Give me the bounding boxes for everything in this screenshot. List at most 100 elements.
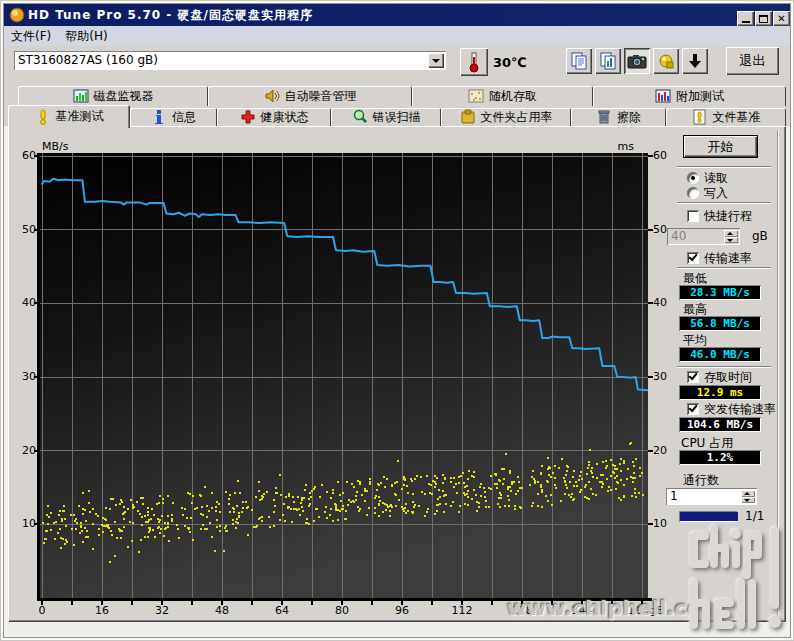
drive-select-value: ST3160827AS (160 gB) [18, 53, 158, 67]
toolbar: ST3160827AS (160 gB) 30℃ [4, 46, 790, 86]
pass-count-spinner[interactable]: 1 [666, 488, 757, 505]
tab-health[interactable]: 健康状态 [217, 108, 331, 126]
tick [648, 450, 653, 452]
info-icon [151, 109, 167, 125]
save-screenshot-button[interactable] [653, 48, 679, 74]
progress-bar [679, 511, 737, 522]
tab-extra-tests[interactable]: 附加测试 [593, 86, 786, 106]
short-stroke-checkbox[interactable] [687, 210, 699, 222]
tab-aam[interactable]: 自动噪音管理 [208, 86, 412, 106]
burst-display: 104.6 MB/s [679, 417, 761, 432]
drive-select-dropdown-button[interactable] [428, 53, 444, 68]
camera-icon [627, 53, 647, 69]
tick [648, 523, 653, 525]
y-left-tick-label: 10 [10, 517, 36, 530]
short-stroke-label[interactable]: 快捷行程 [704, 208, 752, 225]
access-time-display: 12.9 ms [679, 385, 761, 400]
progress-label: 1/1 [745, 509, 764, 523]
window-frame: HD Tune Pro 5.70 - 硬盘/固态硬盘实用程序 ✕ 文件(F) 帮… [0, 0, 794, 641]
tab-info[interactable]: 信息 [130, 108, 217, 126]
copy-text-button[interactable] [566, 48, 592, 74]
tick [71, 601, 73, 605]
tick [311, 601, 313, 605]
health-icon [240, 109, 256, 125]
y-left-tick-label: 20 [10, 444, 36, 457]
tab-benchmark[interactable]: 基准测试 [8, 105, 130, 128]
tab-folder-usage[interactable]: 文件夹占用率 [441, 108, 571, 126]
y-right-tick-label: 10 [653, 517, 679, 530]
separator [677, 166, 771, 168]
x-tick-label: 0 [22, 604, 62, 617]
separator [677, 267, 771, 269]
menubar: 文件(F) 帮助(H) [4, 26, 790, 46]
tick [491, 601, 493, 605]
maximize-button[interactable] [755, 11, 772, 26]
tick [371, 601, 373, 605]
app-icon [9, 7, 25, 23]
y-right-tick-label: 40 [653, 296, 679, 309]
temperature-button[interactable] [460, 48, 488, 76]
spin-down[interactable] [741, 497, 755, 504]
x-tick-label: 96 [382, 604, 422, 617]
tick [191, 601, 193, 605]
x-tick-label: 48 [202, 604, 242, 617]
max-value-display: 56.8 MB/s [679, 316, 761, 331]
write-label[interactable]: 写入 [704, 185, 728, 202]
tick [648, 229, 653, 231]
min-value-display: 28.3 MB/s [679, 285, 761, 300]
tick [648, 376, 653, 378]
error-scan-icon [352, 109, 368, 125]
y-right-axis-title: ms [596, 140, 634, 153]
write-radio[interactable] [687, 187, 699, 199]
save-screenshot-icon [657, 52, 675, 70]
burst-label[interactable]: 突发传输速率 [704, 401, 776, 418]
access-time-checkbox[interactable] [687, 371, 699, 383]
x-tick-label: 112 [442, 604, 482, 617]
benchmark-chart [40, 153, 648, 598]
extra-tests-icon [655, 88, 671, 104]
y-left-tick-label: 30 [10, 370, 36, 383]
tab-error-scan[interactable]: 错误扫描 [331, 108, 441, 126]
tab-random-access[interactable]: 随机存取 [412, 86, 593, 106]
start-button[interactable]: 开始 [683, 135, 758, 158]
pass-count-label: 通行数 [683, 472, 719, 489]
spin-down[interactable] [724, 237, 738, 244]
arrow-down-icon [687, 52, 703, 70]
menu-help[interactable]: 帮助(H) [58, 26, 114, 47]
window-title: HD Tune Pro 5.70 - 硬盘/固态硬盘实用程序 [28, 7, 313, 24]
tick [251, 601, 253, 605]
read-radio[interactable] [687, 172, 699, 184]
access-time-label[interactable]: 存取时间 [704, 369, 752, 386]
x-tick-label: 64 [262, 604, 302, 617]
drive-select[interactable]: ST3160827AS (160 gB) [14, 51, 446, 70]
separator [677, 366, 771, 368]
transfer-checkbox[interactable] [687, 252, 699, 264]
benchmark-icon [35, 109, 51, 125]
chiphell-logo-graphic: chip hell [681, 523, 787, 635]
temperature-value: 30℃ [493, 55, 527, 70]
thermometer-icon [466, 51, 482, 73]
short-stroke-spinner[interactable]: 40 [667, 228, 740, 245]
burst-checkbox[interactable] [687, 403, 699, 415]
separator [677, 202, 771, 204]
cpu-display: 1.2% [679, 450, 761, 465]
close-button[interactable]: ✕ [773, 11, 790, 26]
screenshot-button[interactable] [624, 48, 650, 74]
tick [648, 155, 653, 157]
download-button[interactable] [682, 48, 708, 74]
x-tick-label: 32 [142, 604, 182, 617]
tick [131, 601, 133, 605]
y-left-tick-label: 50 [10, 223, 36, 236]
copy-text-icon [570, 52, 588, 70]
menu-file[interactable]: 文件(F) [4, 26, 58, 47]
minimize-button[interactable] [737, 11, 754, 26]
exit-button[interactable]: 退出 [726, 47, 779, 75]
copy-screenshot-icon [599, 52, 617, 70]
random-access-icon [468, 88, 484, 104]
short-stroke-unit: gB [752, 229, 768, 243]
tab-file-benchmark[interactable]: 文件基准 [666, 108, 786, 126]
tab-disk-monitor[interactable]: 磁盘监视器 [18, 86, 208, 106]
copy-screenshot-button[interactable] [595, 48, 621, 74]
transfer-label[interactable]: 传输速率 [704, 250, 752, 267]
tab-erase[interactable]: 擦除 [571, 108, 666, 126]
